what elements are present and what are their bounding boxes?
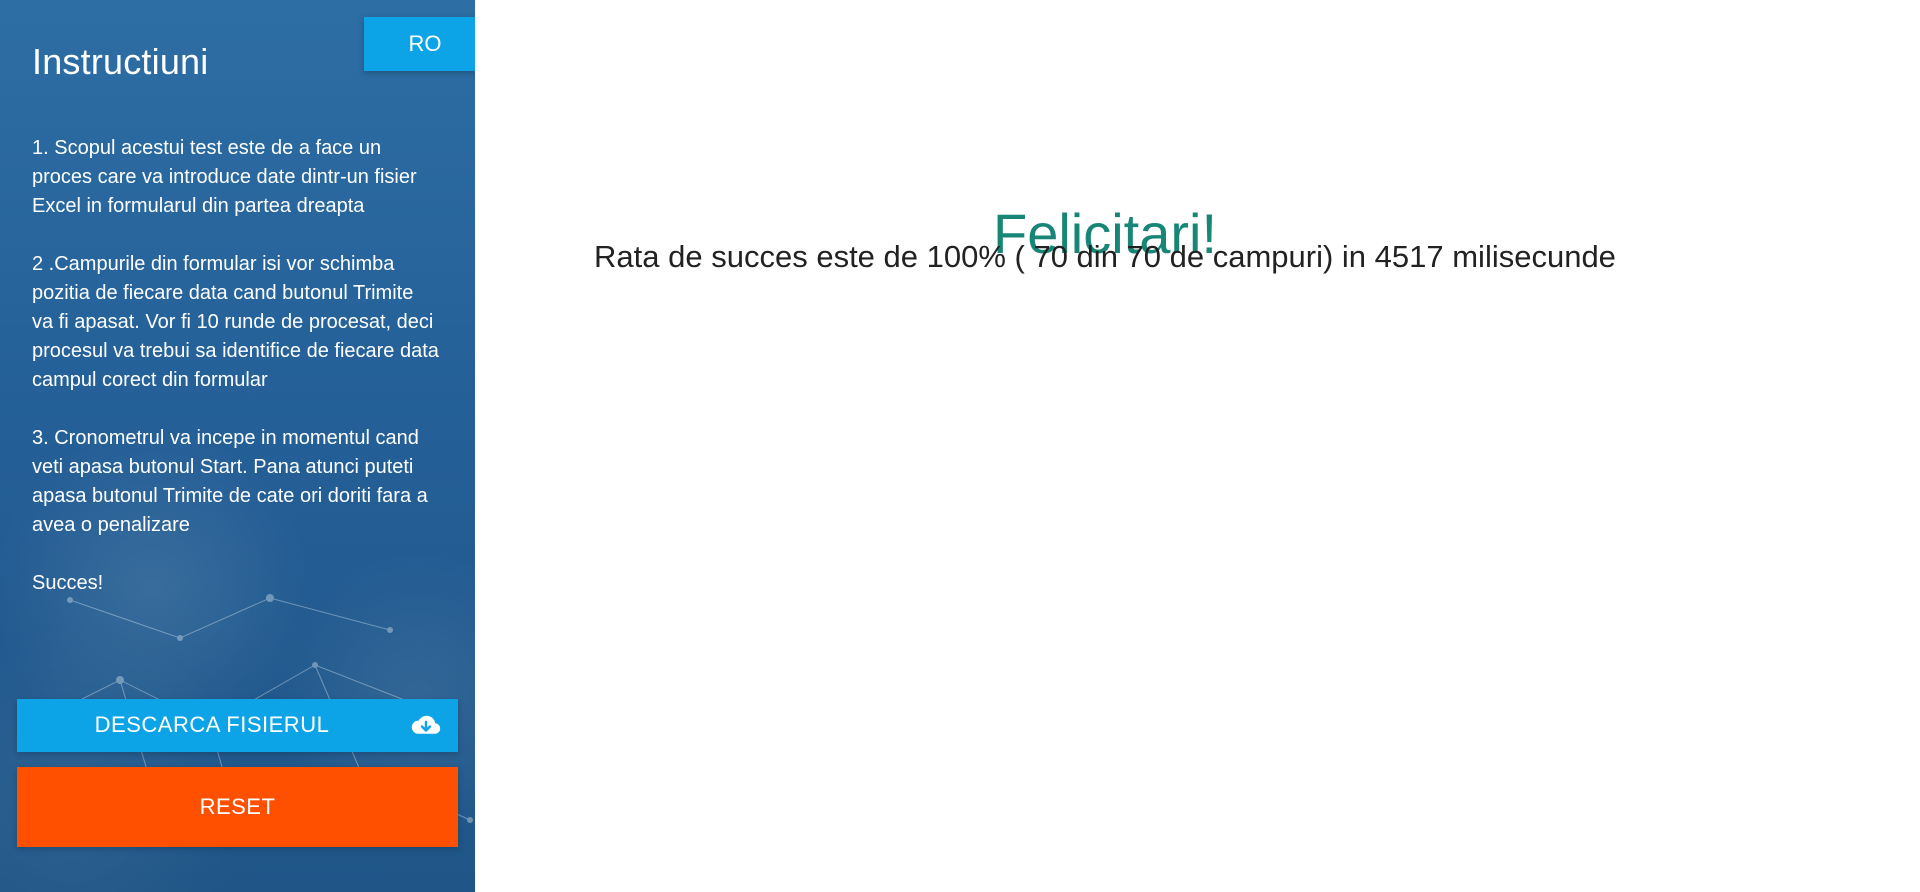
download-file-button[interactable]: DESCARCA FISIERUL	[17, 699, 458, 752]
instructions-text: 1. Scopul acestui test este de a face un…	[32, 134, 440, 627]
results-panel: Felicitari! Rata de succes este de 100% …	[475, 0, 1920, 892]
reset-button[interactable]: RESET	[17, 767, 458, 847]
instruction-item: 3. Cronometrul va incepe in momentul can…	[32, 427, 428, 536]
instructions-sidebar: Instructiuni RO 1. Scopul acestui test e…	[0, 0, 486, 892]
language-button[interactable]: RO	[364, 17, 486, 71]
instruction-item: 1. Scopul acestui test este de a face un…	[32, 137, 417, 217]
page: Instructiuni RO 1. Scopul acestui test e…	[0, 0, 1920, 892]
success-rate-message: Rata de succes este de 100% ( 70 din 70 …	[594, 239, 1616, 274]
good-luck-text: Succes!	[32, 572, 104, 594]
sidebar-title: Instructiuni	[32, 41, 209, 83]
cloud-download-icon	[411, 715, 441, 734]
download-button-label: DESCARCA FISIERUL	[94, 712, 330, 737]
instruction-item: 2 .Campurile din formular isi vor schimb…	[32, 253, 439, 391]
